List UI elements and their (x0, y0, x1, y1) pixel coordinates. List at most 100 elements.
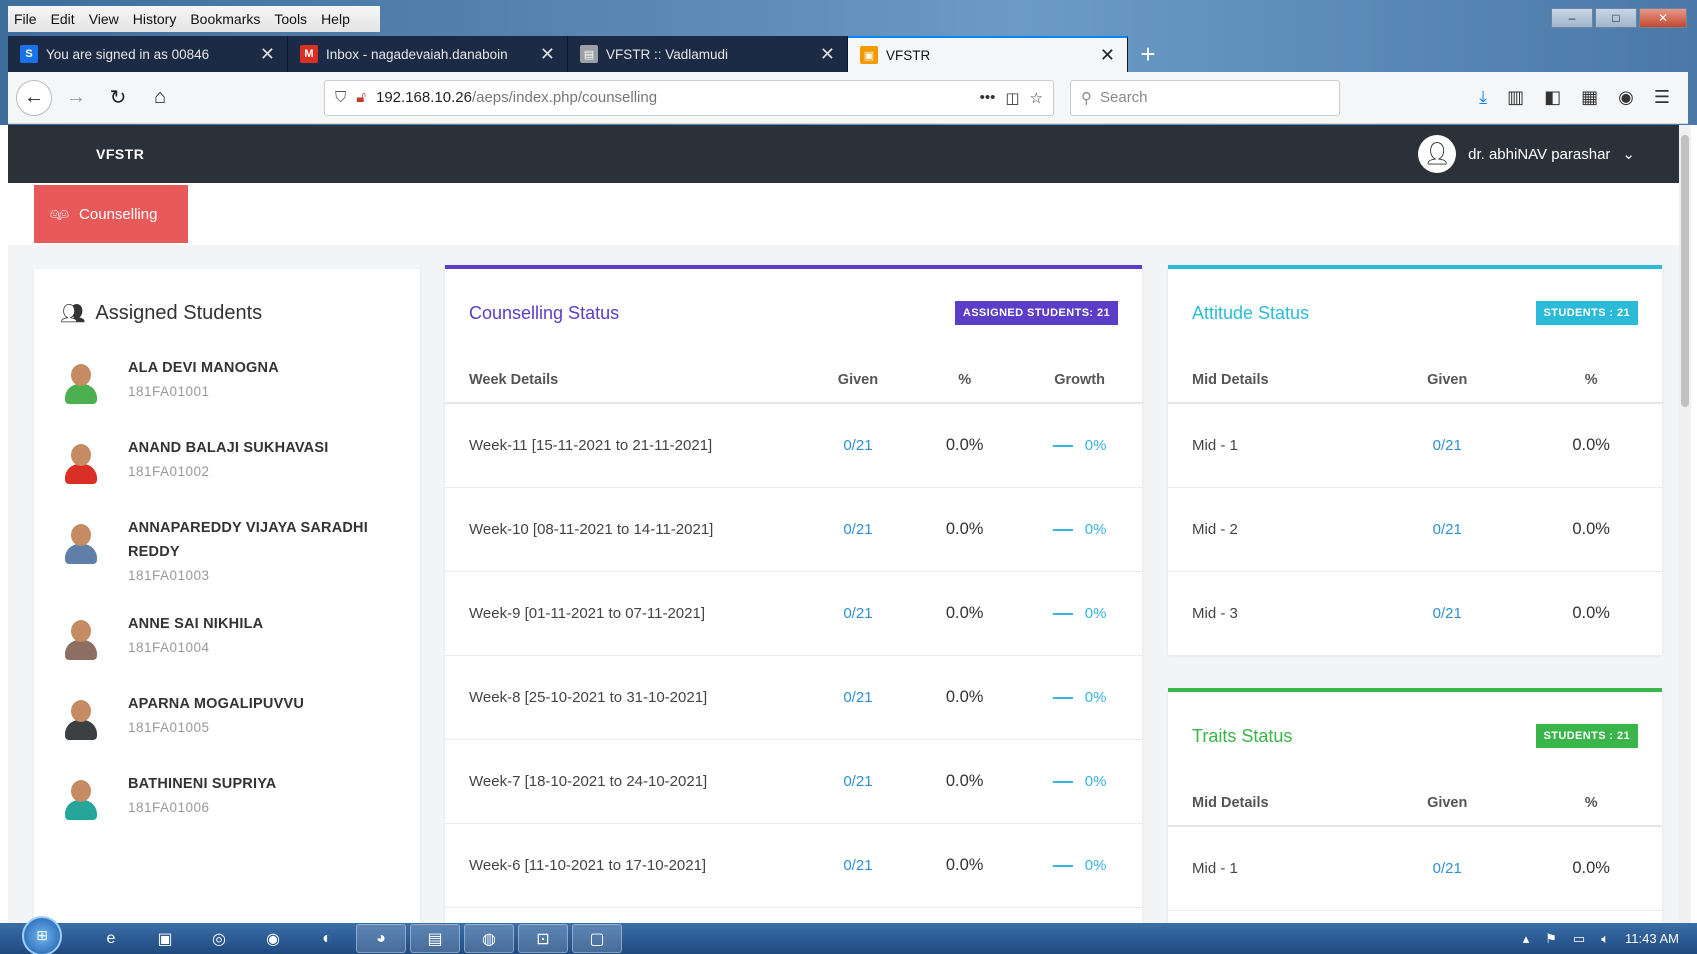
taskbar-chrome-icon[interactable]: ◎ (194, 924, 244, 953)
assigned-students-card: 👥︎ Assigned Students ALA DEVI MANOGNA 181… (34, 269, 420, 923)
student-id: 181FA01005 (128, 720, 210, 735)
forward-button[interactable]: → (58, 80, 94, 116)
avatar-body (65, 384, 97, 404)
close-window-button[interactable]: ✕ (1639, 8, 1687, 28)
avatar-head (71, 444, 91, 466)
tray-expand-icon[interactable]: ▴ (1523, 931, 1530, 947)
url-bar[interactable]: ⛉ 🔓︎ 192.168.10.26/aeps/index.php/counse… (324, 79, 1054, 116)
given-cell: 0/21 (1374, 571, 1521, 656)
given-link[interactable]: 0/21 (843, 857, 872, 874)
column-header: Given (1374, 357, 1521, 404)
menu-item-bookmarks[interactable]: Bookmarks (190, 11, 260, 27)
tab-close-icon[interactable]: ✕ (540, 44, 555, 65)
given-link[interactable]: 0/21 (843, 773, 872, 790)
table-row: Mid - 2 0/21 0.0% (1168, 487, 1662, 572)
users-icon: 👫︎ (50, 206, 70, 223)
student-info: ALA DEVI MANOGNA 181FA01001 (128, 356, 378, 404)
given-link[interactable]: 0/21 (1433, 521, 1462, 538)
page-scrollbar[interactable] (1679, 125, 1691, 923)
browser-tab[interactable]: ▤ VFSTR :: Vadlamudi ✕ (568, 36, 848, 72)
given-link[interactable]: 0/21 (843, 437, 872, 454)
given-link[interactable]: 0/21 (1433, 860, 1462, 877)
reader-icon[interactable]: ▦ (1581, 87, 1598, 108)
given-link[interactable]: 0/21 (843, 521, 872, 538)
account-icon[interactable]: ◉ (1618, 87, 1634, 108)
browser-tab[interactable]: ▣ VFSTR ✕ (848, 36, 1128, 72)
clock[interactable]: 11:43 AM (1625, 931, 1679, 946)
scrollbar-thumb[interactable] (1681, 135, 1689, 407)
library-icon[interactable]: ▥ (1507, 87, 1524, 108)
menu-icon[interactable]: ☰ (1654, 87, 1670, 108)
chevron-down-icon: ⌄ (1622, 146, 1635, 163)
avatar-body (65, 544, 97, 564)
menu-item-file[interactable]: File (14, 11, 37, 27)
attitude-status-card: Attitude Status STUDENTS : 21 Mid Detail… (1168, 265, 1662, 656)
volume-icon[interactable]: 🔈︎ (1601, 931, 1609, 947)
user-menu[interactable]: 👤︎ dr. abhiNAV parashar ⌄ (1418, 135, 1635, 173)
maximize-button[interactable]: □ (1595, 8, 1637, 28)
given-link[interactable]: 0/21 (843, 605, 872, 622)
new-tab-button[interactable]: + (1128, 36, 1168, 72)
pocket-icon[interactable]: ◫ (1005, 89, 1019, 107)
menu-item-view[interactable]: View (89, 11, 119, 27)
menu-item-help[interactable]: Help (321, 11, 350, 27)
browser-tab[interactable]: S You are signed in as 00846 ✕ (8, 36, 288, 72)
list-item[interactable]: ALA DEVI MANOGNA 181FA01001 (34, 356, 420, 404)
table-row: Week-8 [25-10-2021 to 31-10-2021] 0/21 0.0… (445, 655, 1142, 740)
growth-cell: 0% (1017, 655, 1142, 740)
menu-item-history[interactable]: History (133, 11, 177, 27)
bookmark-star-icon[interactable]: ☆ (1030, 89, 1043, 107)
taskbar-folder-icon[interactable]: ▣ (140, 924, 190, 953)
student-name: ANNAPAREDDY VIJAYA SARADHI REDDY (128, 520, 368, 560)
tab-close-icon[interactable]: ✕ (1100, 45, 1115, 66)
student-info: ANNE SAI NIKHILA 181FA01004 (128, 612, 378, 660)
back-button[interactable]: ← (16, 79, 52, 116)
list-item[interactable]: APARNA MOGALIPUVVU 181FA01005 (34, 692, 420, 740)
table-row: Mid - 1 0/21 0.0% (1168, 826, 1662, 911)
given-link[interactable]: 0/21 (1433, 605, 1462, 622)
column-header: Mid Details (1168, 357, 1375, 404)
list-item[interactable]: BATHINENI SUPRIYA 181FA01006 (34, 772, 420, 820)
taskbar-edge-icon[interactable]: ◐ (302, 924, 352, 953)
table-row: Week-9 [01-11-2021 to 07-11-2021] 0/21 0.0… (445, 571, 1142, 656)
student-list: ALA DEVI MANOGNA 181FA01001 ANAND BALAJI S… (34, 356, 420, 820)
taskbar-explorer-icon[interactable]: ▤ (410, 924, 460, 953)
tab-counselling[interactable]: 👫︎ Counselling (34, 185, 188, 243)
minimize-button[interactable]: – (1551, 8, 1593, 28)
menu-item-tools[interactable]: Tools (274, 11, 307, 27)
home-button[interactable]: ⌂ (142, 80, 178, 116)
student-id: 181FA01006 (128, 800, 210, 815)
tab-close-icon[interactable]: ✕ (820, 44, 835, 65)
sidebar-icon[interactable]: ◧ (1544, 87, 1561, 108)
network-icon[interactable]: ▭ (1573, 931, 1585, 947)
url-text: 192.168.10.26/aeps/index.php/counselling (376, 89, 658, 106)
taskbar-firefox-icon[interactable]: ◕ (356, 924, 406, 953)
reload-button[interactable]: ↻ (100, 80, 136, 116)
taskbar-window-icon[interactable]: ▢ (572, 924, 622, 953)
list-item[interactable]: ANNE SAI NIKHILA 181FA01004 (34, 612, 420, 660)
taskbar-media-icon[interactable]: ◍ (464, 924, 514, 953)
tab-close-icon[interactable]: ✕ (260, 44, 275, 65)
flag-icon[interactable]: ⚑ (1545, 931, 1557, 947)
counselling-status-card: Counselling Status ASSIGNED STUDENTS: 21… (445, 265, 1142, 923)
taskbar-app-icon[interactable]: ◉ (248, 924, 298, 953)
taskbar-network-icon[interactable]: ⊡ (518, 924, 568, 953)
brand-logo[interactable]: VFSTR (96, 146, 144, 162)
download-icon[interactable]: ⤓ (1479, 87, 1487, 108)
search-bar[interactable]: ⚲ Search (1070, 79, 1340, 116)
growth-cell: 0% (1017, 403, 1142, 488)
student-avatar (60, 362, 102, 404)
windows-taskbar: ⊞ e ▣ ◎ ◉ ◐ ◕ ▤ ◍ ⊡ ▢ ▴ ⚑ ▭ 🔈︎ 11:43 AM (0, 915, 1697, 954)
given-link[interactable]: 0/21 (1433, 437, 1462, 454)
browser-tab[interactable]: M Inbox - nagadevaiah.danaboin ✕ (288, 36, 568, 72)
taskbar-ie-icon[interactable]: e (86, 924, 136, 953)
more-actions-icon[interactable]: ••• (980, 89, 996, 106)
list-item[interactable]: ANAND BALAJI SUKHAVASI 181FA01002 (34, 436, 420, 484)
dash-icon (1052, 696, 1073, 699)
given-link[interactable]: 0/21 (843, 689, 872, 706)
counselling-status-title: Counselling Status (469, 302, 620, 323)
start-button[interactable]: ⊞ (22, 915, 62, 954)
arrow-right-icon: → (66, 86, 86, 108)
list-item[interactable]: ANNAPAREDDY VIJAYA SARADHI REDDY 181FA010… (34, 516, 420, 588)
menu-item-edit[interactable]: Edit (51, 11, 75, 27)
